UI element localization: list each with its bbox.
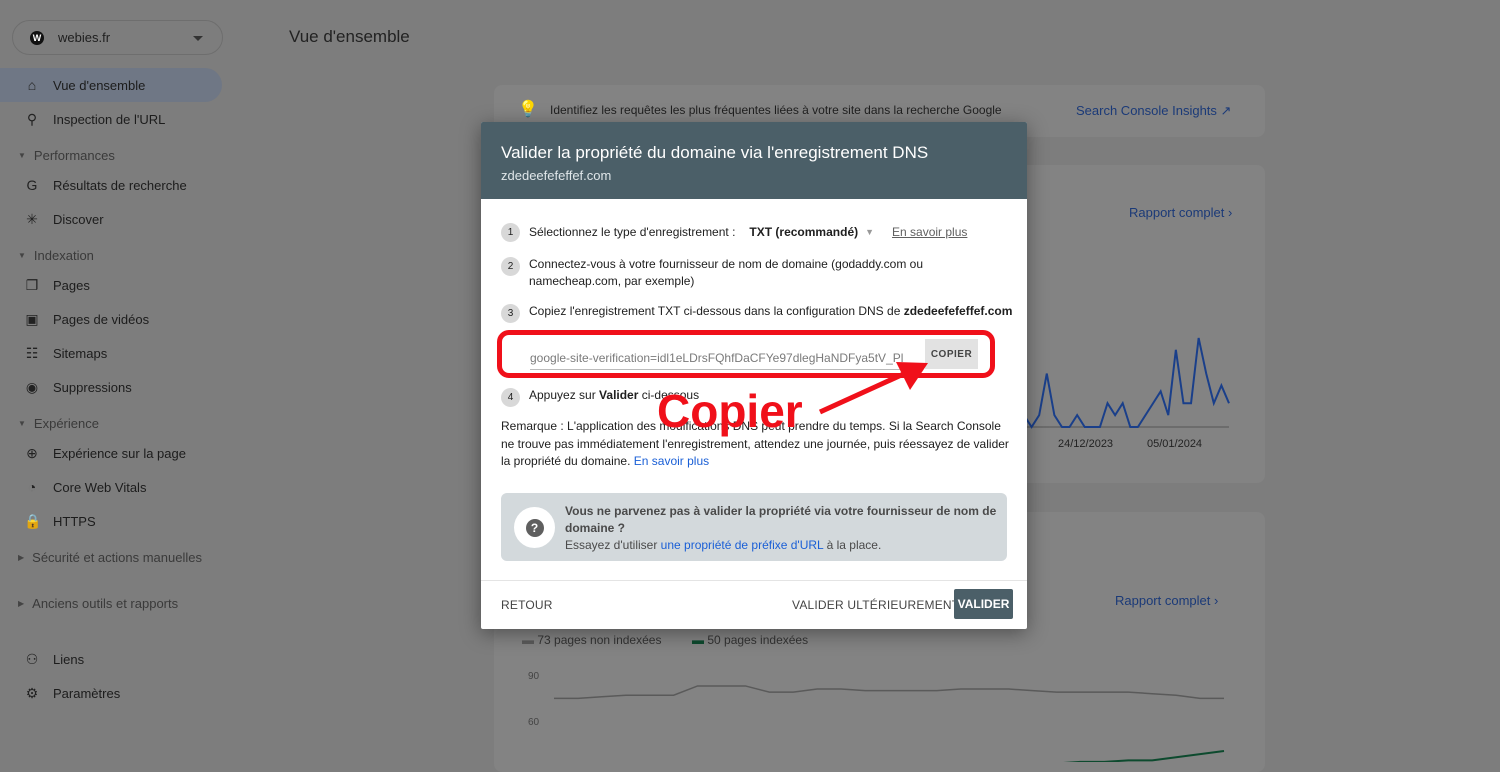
full-report-link[interactable]: Rapport complet › bbox=[1129, 205, 1232, 220]
asterisk-icon: ✳ bbox=[26, 210, 38, 227]
indexed-series-line bbox=[1063, 750, 1225, 762]
x-tick-label: 05/01/2024 bbox=[1147, 438, 1203, 450]
eye-off-icon: ◉ bbox=[25, 378, 39, 395]
sidebar-item[interactable]: ◔ Core Web Vitals bbox=[0, 470, 222, 504]
annotation-arrow-icon bbox=[818, 362, 928, 415]
back-button[interactable]: RETOUR bbox=[501, 598, 553, 612]
step-1: 1 Sélectionnez le type d'enregistrement … bbox=[501, 222, 967, 242]
sidebar-section-header[interactable]: ▼ Indexation bbox=[18, 248, 94, 263]
dialog-title: Valider la propriété du domaine via l'en… bbox=[501, 143, 929, 162]
non-indexed-series-line bbox=[554, 685, 1224, 700]
sidebar-item[interactable]: ⚲ Inspection de l'URL bbox=[0, 102, 222, 136]
url-prefix-help-box: ? Vous ne parvenez pas à valider la prop… bbox=[501, 493, 1007, 561]
chevron-down-icon: ▼ bbox=[18, 151, 26, 160]
plus-circle-icon: ⊕ bbox=[26, 444, 38, 461]
chevron-down-icon bbox=[193, 36, 203, 41]
sidebar-item[interactable]: ⚇ Liens bbox=[0, 642, 222, 676]
y-tick-label: 60 bbox=[528, 717, 540, 728]
annotation-label: Copier bbox=[657, 385, 803, 437]
legend-non-indexed: ▬ 73 pages non indexées bbox=[522, 633, 662, 647]
sidebar-item[interactable]: ❐ Pages bbox=[0, 268, 222, 302]
property-name: webies.fr bbox=[58, 30, 111, 45]
chevron-right-icon: ▶ bbox=[18, 553, 25, 562]
sidebar-section-header[interactable]: ▼ Performances bbox=[18, 148, 115, 163]
sidebar-item[interactable]: ⌂ Vue d'ensemble bbox=[0, 68, 222, 102]
step-2: 2 Connectez-vous à votre fournisseur de … bbox=[501, 256, 941, 290]
banner-text: Identifiez les requêtes les plus fréquen… bbox=[550, 103, 1002, 117]
property-logo: W bbox=[30, 30, 44, 45]
sidebar-item[interactable]: G Résultats de recherche bbox=[0, 168, 222, 202]
lock-icon: 🔒 bbox=[24, 512, 42, 529]
sidebar-item[interactable]: ⊕ Expérience sur la page bbox=[0, 436, 222, 470]
dialog-footer-divider bbox=[481, 580, 1027, 581]
settings-icon: ⚙ bbox=[25, 684, 39, 701]
sidebar-section-header[interactable]: ▶ Anciens outils et rapports bbox=[18, 596, 178, 611]
validate-button[interactable]: VALIDER bbox=[954, 589, 1013, 619]
x-tick-label: 24/12/2023 bbox=[1058, 438, 1114, 450]
validate-later-button[interactable]: VALIDER ULTÉRIEUREMENT bbox=[792, 598, 959, 612]
search-console-insights-link[interactable]: Search Console Insights ↗ bbox=[1076, 103, 1231, 119]
lightbulb-icon: 💡 bbox=[518, 101, 538, 118]
note-learn-more-link[interactable]: En savoir plus bbox=[634, 454, 709, 468]
sidebar-item[interactable]: ✳ Discover bbox=[0, 202, 222, 236]
chevron-down-icon: ▼ bbox=[18, 419, 26, 428]
help-icon: ? bbox=[514, 507, 555, 548]
sidebar-item[interactable]: ☷ Sitemaps bbox=[0, 336, 222, 370]
full-report-link[interactable]: Rapport complet › bbox=[1115, 593, 1218, 608]
sidebar-section-header[interactable]: ▶ Sécurité et actions manuelles bbox=[18, 550, 202, 565]
step-3: 3 Copiez l'enregistrement TXT ci-dessous… bbox=[501, 303, 1012, 323]
page-title: Vue d'ensemble bbox=[289, 27, 410, 46]
dialog-header: Valider la propriété du domaine via l'en… bbox=[481, 122, 1027, 199]
url-prefix-link[interactable]: une propriété de préfixe d'URL bbox=[661, 538, 824, 552]
learn-more-link[interactable]: En savoir plus bbox=[892, 224, 967, 241]
property-selector[interactable]: W webies.fr bbox=[12, 20, 223, 55]
y-tick-label: 90 bbox=[528, 671, 540, 682]
video-pages-icon: ▣ bbox=[25, 310, 39, 327]
sitemap-icon: ☷ bbox=[25, 344, 39, 361]
sidebar-item[interactable]: ⚙ Paramètres bbox=[0, 676, 222, 710]
dropdown-arrow-icon: ▼ bbox=[865, 226, 875, 237]
sidebar-section-header[interactable]: ▼ Expérience bbox=[18, 416, 99, 431]
home-icon: ⌂ bbox=[27, 77, 37, 93]
sidebar-item[interactable]: ◉ Suppressions bbox=[0, 370, 222, 404]
record-type-select[interactable]: TXT (recommandé) ▼ bbox=[749, 224, 874, 241]
chevron-down-icon: ▼ bbox=[18, 251, 26, 260]
google-icon: G bbox=[26, 177, 38, 193]
clicks-series-line bbox=[1024, 337, 1230, 429]
external-link-icon: ↗ bbox=[1220, 103, 1232, 118]
dialog-domain: zdedeefefeffef.com bbox=[501, 168, 612, 183]
chevron-right-icon: ▶ bbox=[18, 599, 25, 608]
search-icon: ⚲ bbox=[26, 110, 38, 127]
indexing-chart bbox=[554, 685, 1225, 762]
performance-chart bbox=[1024, 337, 1230, 429]
pages-icon: ❐ bbox=[25, 276, 39, 293]
gauge-icon: ◔ bbox=[27, 479, 37, 495]
sidebar-item[interactable]: ▣ Pages de vidéos bbox=[0, 302, 222, 336]
links-icon: ⚇ bbox=[25, 650, 39, 667]
legend-indexed: ▬ 50 pages indexées bbox=[692, 633, 809, 647]
sidebar-item[interactable]: 🔒 HTTPS bbox=[0, 504, 222, 538]
